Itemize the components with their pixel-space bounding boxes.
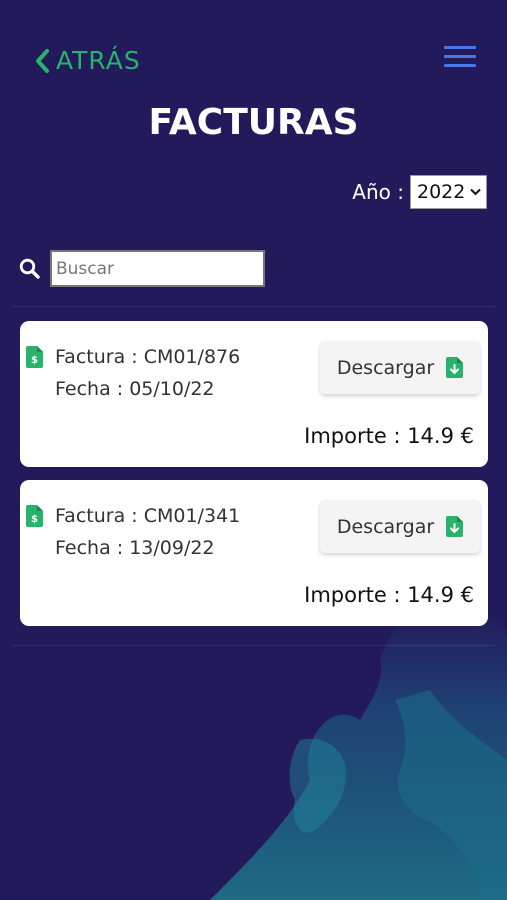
invoice-dollar-file-icon: $	[26, 346, 43, 368]
search-icon	[19, 258, 40, 279]
year-filter: Año : 2022	[352, 175, 487, 209]
invoice-number: Factura : CM01/876	[55, 346, 241, 368]
download-button[interactable]: Descargar	[320, 500, 480, 553]
file-download-icon	[446, 516, 464, 537]
invoice-amount: Importe : 14.9 €	[304, 424, 474, 448]
back-button[interactable]: ATRÁS	[34, 46, 141, 75]
download-label: Descargar	[336, 515, 435, 538]
invoice-card: $ Factura : CM01/341 Fecha : 13/09/22 De…	[20, 480, 488, 626]
svg-text:$: $	[31, 514, 38, 525]
search-input[interactable]	[50, 250, 265, 287]
invoice-number: Factura : CM01/341	[55, 505, 241, 527]
download-button[interactable]: Descargar	[320, 341, 480, 394]
invoice-amount: Importe : 14.9 €	[304, 583, 474, 607]
year-label: Año :	[352, 180, 404, 204]
chevron-down-icon	[470, 188, 481, 196]
invoice-card: $ Factura : CM01/876 Fecha : 05/10/22 De…	[20, 321, 488, 467]
back-label: ATRÁS	[56, 46, 141, 75]
divider	[12, 306, 495, 307]
year-select-value: 2022	[417, 181, 466, 203]
page-title: FACTURAS	[148, 102, 359, 143]
file-download-icon	[446, 357, 464, 378]
year-select[interactable]: 2022	[410, 175, 487, 209]
chevron-left-icon	[36, 48, 49, 73]
divider	[12, 645, 495, 646]
invoice-date: Fecha : 13/09/22	[55, 537, 215, 559]
search-bar	[19, 250, 265, 287]
invoice-dollar-file-icon: $	[26, 505, 43, 527]
hamburger-menu-icon[interactable]	[444, 46, 476, 68]
download-label: Descargar	[336, 356, 435, 379]
svg-text:$: $	[31, 355, 38, 366]
invoice-date: Fecha : 05/10/22	[55, 378, 215, 400]
